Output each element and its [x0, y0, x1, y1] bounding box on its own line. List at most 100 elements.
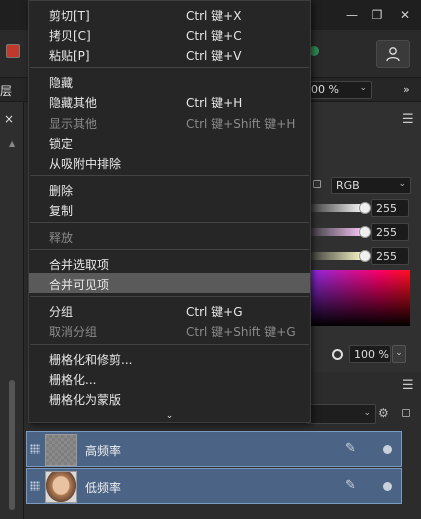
- color-swatch[interactable]: [6, 44, 20, 58]
- menu-item: 释放: [29, 226, 310, 246]
- menu-item-shortcut: Ctrl 键+X: [186, 9, 242, 23]
- zoom-value: 00 %: [311, 83, 339, 96]
- minimize-icon[interactable]: —: [342, 6, 362, 24]
- blend-mode-select[interactable]: ⌄: [306, 404, 376, 424]
- opacity-dropdown-button[interactable]: ⌄: [392, 345, 406, 363]
- menu-item-label: 隐藏: [49, 76, 74, 91]
- menu-item-label: 栅格化和修剪...: [49, 352, 133, 367]
- menu-item-shortcut: Ctrl 键+G: [186, 305, 243, 320]
- menu-item-label: 栅格化为蒙版: [49, 392, 122, 407]
- menu-item-shortcut: Ctrl 键+Shift 键+G: [186, 325, 296, 340]
- drag-handle-icon[interactable]: [30, 481, 40, 491]
- scrollbar-thumb[interactable]: [9, 380, 15, 510]
- menu-item-label: 从吸附中排除: [49, 156, 122, 171]
- color-mode-select[interactable]: RGB ⌄: [331, 177, 411, 194]
- gear-icon[interactable]: ⚙: [378, 406, 389, 420]
- menu-item[interactable]: 粘贴[P] Ctrl 键+V: [29, 44, 310, 64]
- menu-item-label: 合并选取项: [49, 258, 110, 273]
- user-button[interactable]: [376, 40, 410, 68]
- color-mode-value: RGB: [336, 179, 360, 192]
- visibility-toggle[interactable]: [383, 445, 392, 454]
- channel-slider-1[interactable]: [310, 204, 365, 212]
- menu-item[interactable]: 锁定: [29, 132, 310, 152]
- chevron-down-icon: ⌄: [359, 83, 367, 93]
- menu-item-label: 栅格化...: [49, 372, 97, 387]
- menu-item-label: 拷贝[C]: [49, 29, 91, 44]
- menu-item-label: 粘贴[P]: [49, 49, 90, 64]
- brush-icon[interactable]: ✎: [345, 441, 356, 456]
- menu-item[interactable]: 合并可见项: [29, 273, 310, 294]
- menu-item[interactable]: 复制: [29, 199, 310, 219]
- menu-item[interactable]: 合并选取项: [29, 253, 310, 273]
- close-icon[interactable]: ✕: [395, 6, 415, 24]
- menu-item[interactable]: 分组 Ctrl 键+G: [29, 300, 310, 320]
- channel-slider-3[interactable]: [310, 252, 365, 260]
- channel-value-input[interactable]: 255: [371, 247, 409, 265]
- menu-item-label: 隐藏其他: [49, 96, 98, 111]
- menu-item[interactable]: 从吸附中排除: [29, 152, 310, 172]
- user-icon: [386, 47, 400, 62]
- brush-icon[interactable]: ✎: [345, 478, 356, 493]
- slider-handle[interactable]: [359, 226, 371, 238]
- opacity-icon: [332, 349, 343, 360]
- restore-icon[interactable]: ❐: [367, 6, 387, 24]
- drag-handle-icon[interactable]: [30, 444, 40, 454]
- menu-item[interactable]: 栅格化...: [29, 368, 310, 388]
- menu-item: 显示其他 Ctrl 键+Shift 键+H: [29, 112, 310, 132]
- layers-panel-menu-icon[interactable]: ☰: [402, 378, 414, 393]
- context-menu: ⌄ 剪切[T] Ctrl 键+X 拷贝[C] Ctrl 键+C 粘贴[P] Ctrl 键+…: [28, 0, 311, 423]
- menu-item-shortcut: Ctrl 键+C: [186, 29, 242, 44]
- menu-separator: [30, 67, 309, 69]
- menu-item-label: 显示其他: [49, 116, 98, 131]
- menu-item-label: 删除: [49, 183, 74, 198]
- channel-value-input[interactable]: 255: [371, 199, 409, 217]
- panel-menu-icon[interactable]: ☰: [402, 112, 414, 127]
- lock-icon[interactable]: [313, 180, 321, 188]
- chevron-down-icon: ⌄: [398, 179, 406, 189]
- layer-row[interactable]: 低频率 ✎: [26, 468, 402, 504]
- menu-item-label: 取消分组: [49, 325, 98, 340]
- menu-item-shortcut: Ctrl 键+V: [186, 49, 242, 64]
- panel-close-icon[interactable]: ×: [4, 112, 14, 126]
- menu-item[interactable]: 剪切[T] Ctrl 键+X: [29, 4, 310, 24]
- menu-separator: [30, 174, 309, 176]
- menu-item-label: 复制: [49, 203, 74, 218]
- layer-row[interactable]: 高频率 ✎: [26, 431, 402, 467]
- layer-thumbnail: [45, 434, 77, 466]
- color-picker-field[interactable]: [310, 270, 410, 326]
- menu-item-label: 合并可见项: [49, 278, 110, 293]
- layer-name: 低频率: [85, 481, 122, 495]
- layer-name: 高频率: [85, 444, 122, 458]
- menu-item[interactable]: 拷贝[C] Ctrl 键+C: [29, 24, 310, 44]
- menu-item-shortcut: Ctrl 键+Shift 键+H: [186, 116, 296, 131]
- menu-separator: [30, 222, 309, 223]
- scroll-up-icon[interactable]: ▲: [9, 139, 15, 148]
- menu-separator: [30, 296, 309, 298]
- slider-handle[interactable]: [359, 202, 371, 214]
- menu-item[interactable]: 栅格化和修剪...: [29, 348, 310, 368]
- visibility-toggle[interactable]: [383, 482, 392, 491]
- lock-icon[interactable]: [402, 409, 410, 417]
- menu-separator: [30, 343, 309, 345]
- menu-item: 取消分组 Ctrl 键+Shift 键+G: [29, 320, 310, 340]
- layer-thumbnail: [45, 471, 77, 503]
- menu-item-label: 锁定: [49, 136, 74, 151]
- menu-more-chevron-icon[interactable]: ⌄: [29, 410, 310, 422]
- expand-icon[interactable]: »: [403, 83, 410, 96]
- menu-item-label: 释放: [49, 231, 74, 245]
- menu-item[interactable]: 隐藏: [29, 71, 310, 91]
- menu-item-label: 剪切[T]: [49, 9, 90, 23]
- opacity-input[interactable]: 100 %: [349, 345, 391, 363]
- menu-item[interactable]: 栅格化为蒙版: [29, 388, 310, 408]
- context-left-label: 层: [0, 84, 13, 98]
- menu-item[interactable]: 删除: [29, 179, 310, 199]
- chevron-down-icon: ⌄: [363, 408, 371, 418]
- menu-item-label: 分组: [49, 305, 74, 320]
- menu-separator: [30, 249, 309, 251]
- menu-item-shortcut: Ctrl 键+H: [186, 96, 243, 111]
- channel-slider-2[interactable]: [310, 228, 365, 236]
- channel-value-input[interactable]: 255: [371, 223, 409, 241]
- slider-handle[interactable]: [359, 250, 371, 262]
- menu-item[interactable]: 隐藏其他 Ctrl 键+H: [29, 91, 310, 111]
- zoom-select[interactable]: 00 % ⌄: [306, 81, 372, 99]
